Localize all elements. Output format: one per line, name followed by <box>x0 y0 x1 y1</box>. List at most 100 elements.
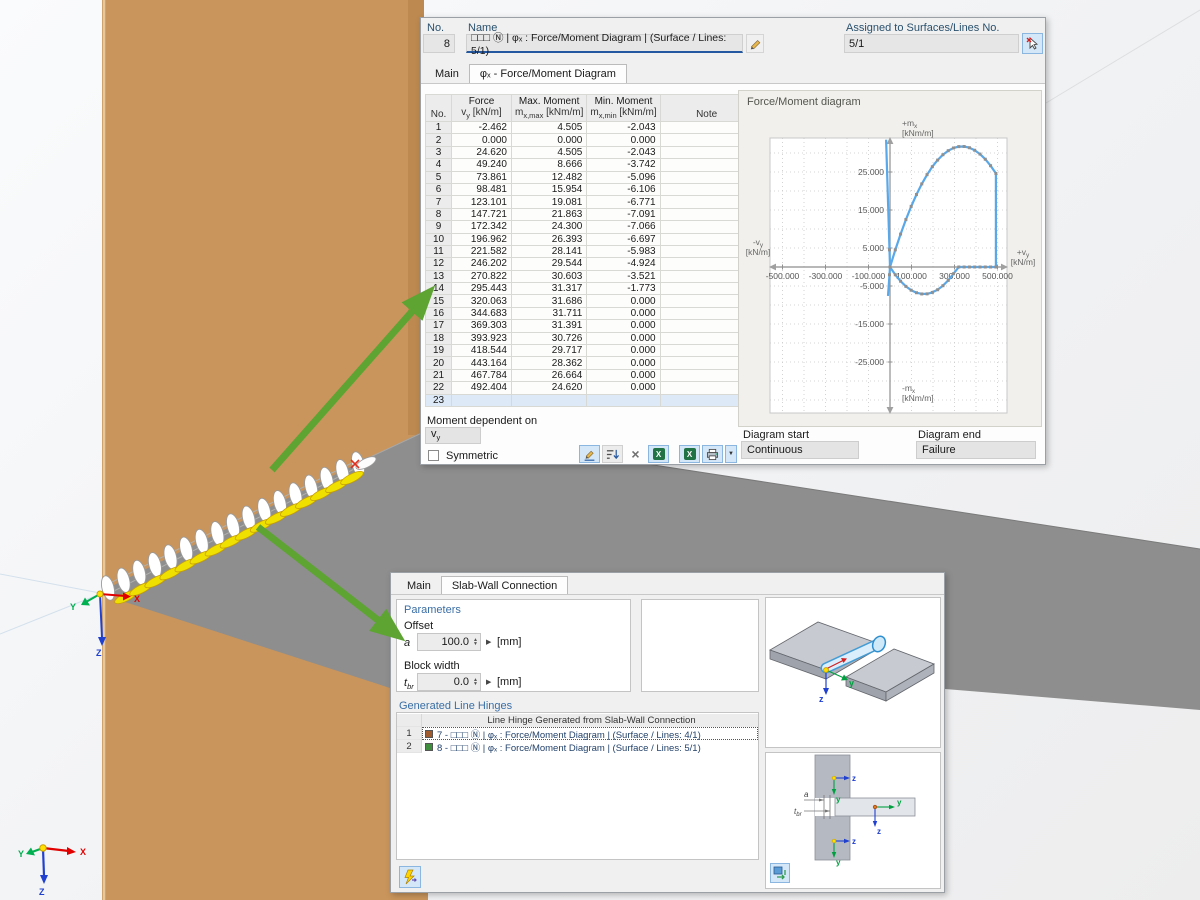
unit-arrow-icon[interactable]: ▶ <box>486 638 491 646</box>
construction-line <box>1046 10 1200 103</box>
delete-rows-button[interactable]: × <box>625 445 646 463</box>
hinge-table-header: Line Hinge Generated from Slab-Wall Conn… <box>397 714 758 727</box>
svg-text:[kNm/m]: [kNm/m] <box>902 128 934 138</box>
svg-text:-15.000: -15.000 <box>855 319 884 329</box>
block-width-label: Block width <box>404 660 460 672</box>
sort-descending-icon <box>606 448 619 461</box>
pencil-icon <box>583 448 596 461</box>
table-row[interactable]: 17369.30331.3910.000 <box>426 320 754 332</box>
generate-hinges-button[interactable] <box>399 866 421 888</box>
parameters-group: Parameters Offset a 100.0 ▲▼ ▶ [mm] Bloc… <box>396 599 631 692</box>
edit-table-button[interactable] <box>579 445 600 463</box>
table-row[interactable]: 15320.06331.6860.000 <box>426 295 754 307</box>
table-row[interactable]: 7123.10119.081-6.771 <box>426 196 754 208</box>
table-row[interactable]: 324.6204.505-2.043 <box>426 146 754 158</box>
generated-line-hinges-label: Generated Line Hinges <box>399 700 512 712</box>
wall-surface[interactable] <box>102 0 428 900</box>
generate-lightning-icon <box>402 869 418 885</box>
print-button[interactable] <box>702 445 723 463</box>
table-row[interactable]: 9172.34224.300-7.066 <box>426 221 754 233</box>
global-z-arrow <box>40 875 48 884</box>
block-width-value: 0.0 <box>454 676 469 688</box>
toolbar-gap <box>671 445 679 463</box>
svg-text:[kN/m]: [kN/m] <box>1011 257 1036 267</box>
assigned-input[interactable]: 5/1 <box>844 34 1019 53</box>
table-row[interactable]: 20.0000.0000.000 <box>426 134 754 146</box>
global-x-arrow <box>67 847 76 855</box>
dialog1-tabbar: Main φₓ - Force/Moment Diagram <box>425 63 627 83</box>
svg-text:-100.000: -100.000 <box>852 271 886 281</box>
table-row[interactable]: 14295.44331.317-1.773 <box>426 283 754 295</box>
force-moment-table[interactable]: No.Forcevy [kN/m]Max. Momentmx,max [kNm/… <box>425 94 754 407</box>
hinge-3d-drawing: y z <box>766 598 940 747</box>
hinge-color-swatch <box>425 743 433 751</box>
local-axis-y-label: Y <box>70 602 76 612</box>
svg-text:-300.000: -300.000 <box>809 271 843 281</box>
column-header: Min. Momentmx,min [kNm/m] <box>587 95 660 122</box>
svg-text:[kNm/m]: [kNm/m] <box>902 393 934 403</box>
generated-hinge-row[interactable]: 2 8 - □□□ Ⓝ | φₓ : Force/Moment Diagram … <box>397 740 758 753</box>
local-axis-x-label: X <box>134 594 140 604</box>
tab-main[interactable]: Main <box>425 65 469 83</box>
global-axis-z-label: Z <box>39 887 45 897</box>
diagram-end-combo[interactable]: Failure <box>916 441 1036 459</box>
offset-input[interactable]: 100.0 ▲▼ <box>417 633 481 651</box>
svg-text:y: y <box>836 858 841 867</box>
excel-export-button[interactable]: X <box>679 445 700 463</box>
table-row[interactable]: 19418.54429.7170.000 <box>426 345 754 357</box>
table-row[interactable]: 21467.78426.6640.000 <box>426 369 754 381</box>
block-width-input[interactable]: 0.0 ▲▼ <box>417 673 481 691</box>
table-row[interactable]: 698.48115.954-6.106 <box>426 183 754 195</box>
table-row[interactable]: 13270.82230.603-3.521 <box>426 270 754 282</box>
table-row[interactable]: 449.2408.666-3.742 <box>426 159 754 171</box>
block-width-unit: [mm] <box>497 676 521 688</box>
refresh-view-button[interactable] <box>770 863 790 883</box>
moment-dependent-combo[interactable]: vy <box>425 427 481 444</box>
table-row[interactable]: 20443.16428.3620.000 <box>426 357 754 369</box>
spinner-arrows-icon[interactable]: ▲▼ <box>473 638 478 646</box>
unit-arrow-icon[interactable]: ▶ <box>486 678 491 686</box>
generated-hinge-row[interactable]: 1 7 - □□□ Ⓝ | φₓ : Force/Moment Diagram … <box>397 727 758 740</box>
table-row-new[interactable]: 23 <box>426 394 754 406</box>
sort-rows-button[interactable] <box>602 445 623 463</box>
line-hinge-dialog: No. 8 Name □□□ Ⓝ | φₓ : Force/Moment Dia… <box>420 17 1046 465</box>
table-row[interactable]: 573.86112.482-5.096 <box>426 171 754 183</box>
table-row[interactable]: 8147.72121.863-7.091 <box>426 208 754 220</box>
dialog2-content: Parameters Offset a 100.0 ▲▼ ▶ [mm] Bloc… <box>391 594 944 892</box>
table-row[interactable]: 16344.68331.7110.000 <box>426 307 754 319</box>
excel-import-button[interactable]: X <box>648 445 669 463</box>
name-input[interactable]: □□□ Ⓝ | φₓ : Force/Moment Diagram | (Sur… <box>466 34 743 53</box>
illus-z-label: z <box>819 694 824 704</box>
section-drawing: a tbr z y y z <box>766 753 940 888</box>
chart-title: Force/Moment diagram <box>747 96 861 108</box>
table-row[interactable]: 1-2.4624.505-2.043 <box>426 122 754 134</box>
spinner-arrows-icon[interactable]: ▲▼ <box>473 678 478 686</box>
tab-main-2[interactable]: Main <box>397 577 441 595</box>
pick-objects-button[interactable] <box>1022 33 1043 54</box>
tab-force-moment-diagram[interactable]: φₓ - Force/Moment Diagram <box>469 64 627 83</box>
symmetric-checkbox[interactable] <box>428 450 439 461</box>
tab-slab-wall-connection[interactable]: Slab-Wall Connection <box>441 576 568 595</box>
rename-button[interactable] <box>746 34 764 53</box>
svg-text:25.000: 25.000 <box>858 167 884 177</box>
assigned-label: Assigned to Surfaces/Lines No. <box>846 22 999 34</box>
table-row[interactable]: 22492.40424.6200.000 <box>426 382 754 394</box>
force-moment-chart-panel: Force/Moment diagram -500.000-300.000-10… <box>738 90 1042 427</box>
diagram-start-combo[interactable]: Continuous <box>741 441 859 459</box>
local-origin-dot <box>97 591 103 597</box>
chevron-down-icon: ▼ <box>728 451 734 457</box>
excel-icon: X <box>684 448 696 460</box>
hinge-3d-illustration: y z <box>765 597 941 748</box>
table-row[interactable]: 18393.92330.7260.000 <box>426 332 754 344</box>
table-row[interactable]: 12246.20229.544-4.924 <box>426 258 754 270</box>
generated-line-hinges-table[interactable]: Line Hinge Generated from Slab-Wall Conn… <box>396 712 759 860</box>
dialog1-content: No.Forcevy [kN/m]Max. Momentmx,max [kNm/… <box>421 83 1045 464</box>
hinge-number-field: 8 <box>423 34 455 53</box>
table-row[interactable]: 11221.58228.141-5.983 <box>426 245 754 257</box>
svg-text:-5.000: -5.000 <box>860 281 884 291</box>
print-dropdown-button[interactable]: ▼ <box>725 445 737 463</box>
svg-text:[kN/m]: [kN/m] <box>746 247 771 257</box>
table-toolbar: × X X ▼ <box>579 445 739 463</box>
svg-text:y: y <box>897 798 902 807</box>
table-row[interactable]: 10196.96226.393-6.697 <box>426 233 754 245</box>
